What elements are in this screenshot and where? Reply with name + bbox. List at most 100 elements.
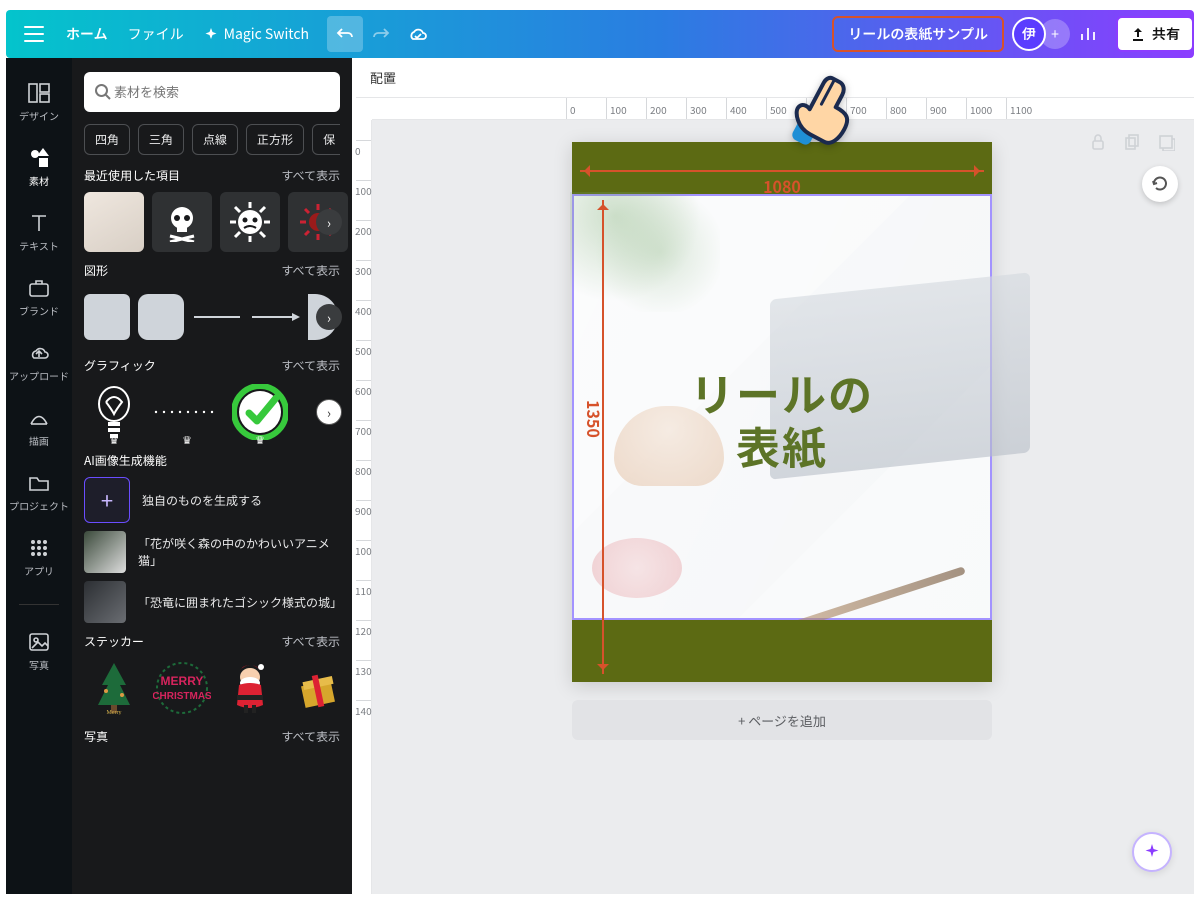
recent-item[interactable] — [220, 192, 280, 252]
lock-button[interactable] — [1086, 130, 1110, 154]
chip-more[interactable]: 保 — [312, 124, 340, 155]
undo-icon — [336, 25, 354, 43]
width-dimension-label: 1080 — [763, 174, 801, 198]
page-tools — [1086, 130, 1178, 154]
thumbnail — [84, 531, 126, 573]
graphic-dots[interactable]: ♛ — [152, 382, 222, 442]
add-page-bar[interactable]: + ページを追加 — [572, 700, 992, 740]
menu-hamburger-icon[interactable] — [24, 26, 44, 42]
thumbnail — [84, 581, 126, 623]
shapes-section: 図形 すべて表示 › — [84, 262, 340, 347]
position-button[interactable]: 配置 — [370, 68, 396, 87]
shapes-title: 図形 — [84, 262, 108, 279]
draw-icon — [28, 407, 50, 429]
row-next-button[interactable]: › — [316, 209, 342, 235]
nav-apps[interactable]: アプリ — [6, 533, 72, 582]
crown-icon: ♛ — [182, 432, 192, 448]
assist-fab[interactable] — [1132, 832, 1172, 872]
stickers-all-link[interactable]: すべて表示 — [281, 633, 340, 650]
folder-icon — [28, 472, 50, 494]
width-dimension-line — [580, 170, 984, 172]
home-button[interactable]: ホーム — [56, 18, 118, 50]
photos-section: 写真すべて表示 — [84, 728, 340, 745]
nav-design[interactable]: デザイン — [6, 78, 72, 127]
sparkle-icon — [204, 27, 218, 41]
crown-icon: ♛ — [255, 432, 265, 448]
text-icon — [28, 212, 50, 234]
recent-item[interactable] — [84, 192, 144, 252]
shape-chips: 四角 三角 点線 正方形 保 — [84, 124, 340, 155]
row-next-button[interactable]: › — [316, 399, 342, 425]
nav-photos[interactable]: 写真 — [6, 627, 72, 676]
ai-section: AI画像生成機能 + 独自のものを生成する 「花が咲く森の中のかわいいアニメ猫」… — [84, 452, 340, 623]
canvas-bottom-bar[interactable] — [572, 620, 992, 682]
ai-prompt-item[interactable]: 「花が咲く森の中のかわいいアニメ猫」 — [84, 531, 340, 573]
graphic-bulb[interactable]: ♛ — [84, 382, 144, 442]
magic-switch-button[interactable]: Magic Switch — [204, 24, 309, 44]
search-bar[interactable] — [84, 72, 340, 112]
graphics-all-link[interactable]: すべて表示 — [281, 357, 340, 374]
graphics-title: グラフィック — [84, 357, 156, 374]
design-canvas[interactable]: リールの表紙 1080 1350 — [572, 142, 992, 682]
recent-all-link[interactable]: すべて表示 — [281, 167, 340, 184]
nav-projects[interactable]: プロジェクト — [6, 468, 72, 517]
svg-text:Merry: Merry — [107, 710, 122, 715]
redo-button[interactable] — [363, 16, 399, 52]
rotate-icon — [1150, 174, 1170, 194]
canvas-stage[interactable]: リールの表紙 1080 1350 + ページを追加 — [372, 120, 1194, 894]
file-menu[interactable]: ファイル — [128, 24, 184, 44]
search-input[interactable] — [112, 84, 330, 101]
left-nav-rail: デザイン 素材 テキスト ブランド アップロード 描画 プロジェクト アプリ 写… — [6, 58, 72, 894]
recent-section: 最近使用した項目すべて表示 › — [84, 167, 340, 252]
chip-dotted[interactable]: 点線 — [192, 124, 238, 155]
cover-title-text[interactable]: リールの表紙 — [574, 366, 990, 472]
avatar[interactable]: 伊 — [1012, 17, 1046, 51]
nav-text[interactable]: テキスト — [6, 208, 72, 257]
row-next-button[interactable]: › — [316, 304, 342, 330]
redo-icon — [372, 25, 390, 43]
shape-line[interactable] — [192, 287, 242, 347]
briefcase-icon — [28, 277, 50, 299]
sticker-merry[interactable]: MERRY CHRISTMAS — [152, 658, 212, 718]
nav-elements[interactable]: 素材 — [6, 143, 72, 192]
duplicate-page-button[interactable] — [1120, 130, 1144, 154]
graphic-check[interactable]: ♛ — [230, 382, 290, 442]
shape-square[interactable] — [84, 294, 130, 340]
chip-rect[interactable]: 四角 — [84, 124, 130, 155]
ai-prompt-item[interactable]: 「恐竜に囲まれたゴシック様式の城」 — [84, 581, 340, 623]
recent-item[interactable] — [152, 192, 212, 252]
apps-grid-icon — [28, 537, 50, 559]
chip-tri[interactable]: 三角 — [138, 124, 184, 155]
selected-image-frame[interactable]: リールの表紙 — [574, 196, 990, 618]
tree-icon: Merry — [92, 661, 136, 715]
virus-icon — [228, 200, 272, 244]
cloud-sync-button[interactable] — [399, 16, 435, 52]
vertical-ruler: 0 100 200 300 400 500 600 700 800 900 10… — [356, 120, 372, 894]
svg-text:CHRISTMAS: CHRISTMAS — [153, 691, 211, 702]
graphics-section: グラフィック すべて表示 ♛ ♛ ♛ › — [84, 357, 340, 442]
chip-square[interactable]: 正方形 — [246, 124, 304, 155]
share-button[interactable]: 共有 — [1116, 16, 1194, 52]
stickers-title: ステッカー — [84, 633, 144, 650]
elements-panel: 四角 三角 点線 正方形 保 最近使用した項目すべて表示 › 図形すべて表示 — [72, 58, 352, 894]
plus-icon: + — [84, 477, 130, 523]
nav-upload[interactable]: アップロード — [6, 338, 72, 387]
undo-button[interactable] — [327, 16, 363, 52]
nav-brand[interactable]: ブランド — [6, 273, 72, 322]
photos-all-link[interactable]: すべて表示 — [281, 728, 340, 745]
shapes-all-link[interactable]: すべて表示 — [281, 262, 340, 279]
skull-icon — [162, 202, 202, 242]
sticker-gift[interactable] — [288, 658, 348, 718]
sticker-santa[interactable] — [220, 658, 280, 718]
ai-generate-button[interactable]: + 独自のものを生成する — [84, 477, 340, 523]
add-page-button[interactable] — [1154, 130, 1178, 154]
search-icon — [94, 83, 112, 101]
sticker-tree[interactable]: Merry — [84, 658, 144, 718]
nav-draw[interactable]: 描画 — [6, 403, 72, 452]
document-title[interactable]: リールの表紙サンプル — [832, 16, 1004, 52]
rotate-button[interactable] — [1142, 166, 1178, 202]
shape-rounded[interactable] — [138, 294, 184, 340]
shape-arrow-line[interactable] — [250, 287, 300, 347]
analytics-button[interactable] — [1070, 16, 1106, 52]
nav-divider — [19, 604, 59, 605]
